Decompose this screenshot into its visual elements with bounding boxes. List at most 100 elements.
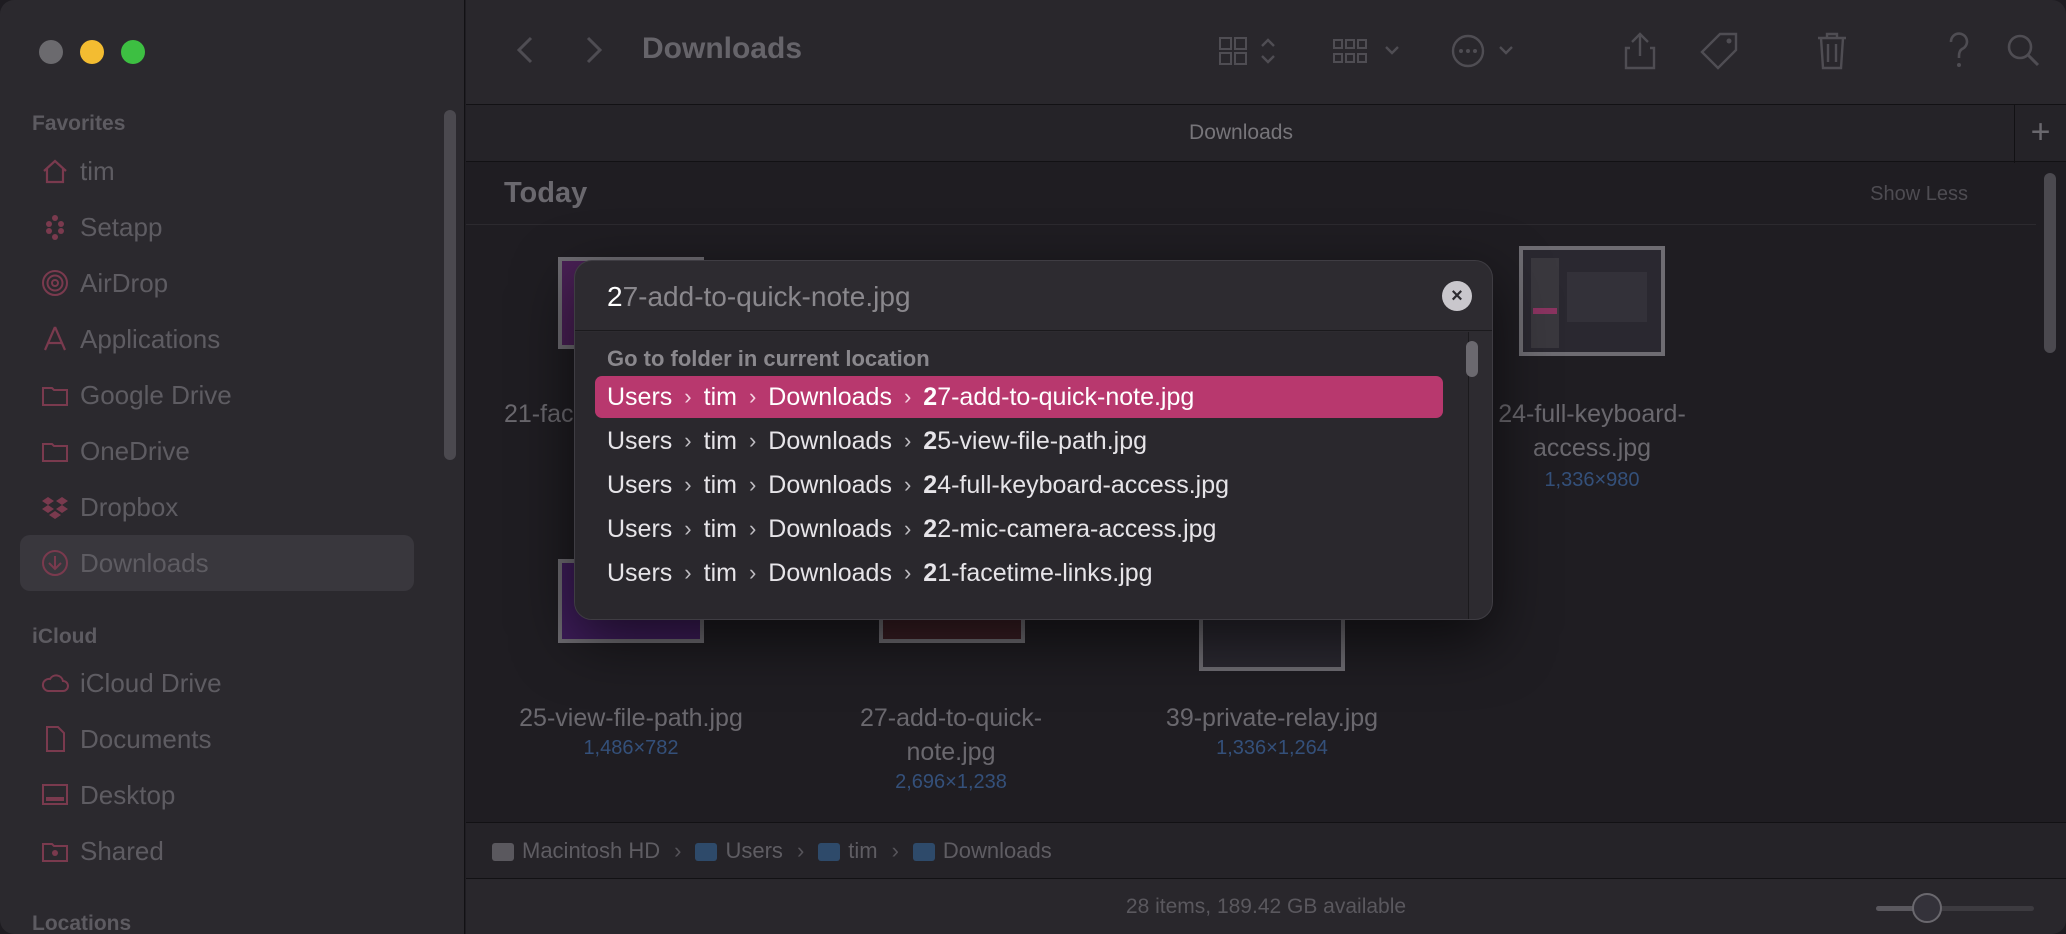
path-segment: Users xyxy=(607,382,673,411)
suggestion-row[interactable]: Users › tim › Downloads › 24-full-keyboard-acc… xyxy=(595,464,1443,506)
tab-downloads[interactable]: Downloads xyxy=(466,121,2016,145)
path-separator: › xyxy=(748,472,757,497)
traffic-lights xyxy=(39,40,145,64)
path-separator: › xyxy=(903,428,912,453)
sidebar-item-documents[interactable]: Documents xyxy=(20,711,414,767)
document-icon xyxy=(20,724,80,754)
sidebar-item-icloud-drive[interactable]: iCloud Drive xyxy=(20,655,414,711)
zoom-window-button[interactable] xyxy=(121,40,145,64)
suggestion-row[interactable]: Users › tim › Downloads › 21-facetime-links.jp… xyxy=(595,552,1443,594)
suggestion-row[interactable]: Users › tim › Downloads › 27-add-to-quick-note… xyxy=(595,376,1443,418)
sidebar-item-label: Setapp xyxy=(80,211,163,242)
window-title: Downloads xyxy=(642,32,803,65)
suggestion-file-name: 24-full-keyboard-access.jpg xyxy=(923,471,1229,500)
shared-folder-icon xyxy=(20,836,80,866)
sidebar-item-label: AirDrop xyxy=(80,267,169,298)
file-name-line2: access.jpg xyxy=(1532,434,1652,462)
path-separator: › xyxy=(796,837,805,863)
matched-chars: 2 xyxy=(923,382,938,411)
path-item-tim[interactable]: tim xyxy=(818,838,878,864)
path-segment: Users xyxy=(607,470,673,499)
icon-view-icon[interactable] xyxy=(1218,30,1284,70)
path-segment: Downloads xyxy=(768,558,892,587)
suggestion-row[interactable]: Users › tim › Downloads › 22-mic-camera-access… xyxy=(595,508,1443,550)
path-item-macintosh-hd[interactable]: Macintosh HD xyxy=(492,838,660,864)
setapp-icon xyxy=(20,212,80,242)
sidebar-item-onedrive[interactable]: OneDrive xyxy=(20,423,414,479)
thumbnail-content xyxy=(1567,272,1647,322)
path-segment: Downloads xyxy=(768,382,892,411)
sidebar-item-google-drive[interactable]: Google Drive xyxy=(20,367,414,423)
share-icon[interactable] xyxy=(1622,30,1658,72)
tag-icon[interactable] xyxy=(1698,30,1742,72)
minimize-window-button[interactable] xyxy=(80,40,104,64)
sidebar-item-downloads[interactable]: Downloads xyxy=(20,535,414,591)
path-separator: › xyxy=(748,384,757,409)
section-header: Today Show Less xyxy=(466,163,2036,225)
suggestion-list-header: Go to folder in current location xyxy=(607,346,930,371)
show-less-button[interactable]: Show Less xyxy=(1870,183,1968,206)
suggestion-row[interactable]: Users › tim › Downloads › 25-view-file-path.jp… xyxy=(595,420,1443,462)
path-separator: › xyxy=(748,516,757,541)
folder-icon xyxy=(912,842,935,861)
path-segment: tim xyxy=(703,382,737,411)
file-dimensions: 1,336×980 xyxy=(1544,469,1640,491)
file-name-line1: 24-full-keyboard- xyxy=(1498,400,1686,428)
sidebar-scrollbar[interactable] xyxy=(444,110,456,460)
sidebar-item-shared[interactable]: Shared xyxy=(20,823,414,879)
path-segment: tim xyxy=(703,514,737,543)
file-name[interactable]: 27-add-to-quick- note.jpg xyxy=(821,701,1081,769)
zoom-slider-knob[interactable] xyxy=(1912,893,1942,923)
sidebar-item-desktop[interactable]: Desktop xyxy=(20,767,414,823)
more-actions-icon[interactable] xyxy=(1450,30,1524,70)
sidebar-section-favorites: Favorites xyxy=(32,112,126,135)
content-scrollbar[interactable] xyxy=(2044,173,2056,353)
path-item-users[interactable]: Users xyxy=(695,838,783,864)
tab-bar: Downloads + xyxy=(466,104,2066,163)
path-separator: › xyxy=(903,560,912,585)
path-segment: Users xyxy=(607,558,673,587)
thumbnail-highlight xyxy=(1533,308,1557,314)
close-window-button[interactable] xyxy=(39,40,63,64)
sidebar: Favorites tim Setapp AirDrop Application… xyxy=(0,0,465,934)
back-icon[interactable] xyxy=(511,30,541,70)
sidebar-item-label: Downloads xyxy=(80,547,209,578)
group-by-icon[interactable] xyxy=(1332,30,1406,70)
suggestion-list: Go to folder in current location Users › t… xyxy=(575,332,1468,619)
sidebar-item-label: Applications xyxy=(80,323,221,354)
remaining-chars: 1-facetime-links.jpg xyxy=(937,558,1153,587)
autocomplete-suggestion: 7-add-to-quick-note.jpg xyxy=(622,281,911,312)
go-to-folder-input[interactable]: 27-add-to-quick-note.jpg × xyxy=(575,261,1492,331)
forward-icon[interactable] xyxy=(578,30,608,70)
suggestion-list-scrollbar[interactable] xyxy=(1466,341,1478,377)
sidebar-item-tim[interactable]: tim xyxy=(20,143,414,199)
sidebar-item-dropbox[interactable]: Dropbox xyxy=(20,479,414,535)
remaining-chars: 2-mic-camera-access.jpg xyxy=(937,514,1217,543)
help-icon[interactable] xyxy=(1944,30,1974,72)
path-segment: tim xyxy=(703,558,737,587)
file-name[interactable]: 25-view-file-path.jpg xyxy=(501,701,761,735)
zoom-slider[interactable] xyxy=(1876,906,2034,911)
file-name[interactable]: 24-full-keyboard- access.jpg xyxy=(1462,397,1722,465)
file-name[interactable]: 39-private-relay.jpg xyxy=(1142,701,1402,735)
sidebar-item-setapp[interactable]: Setapp xyxy=(20,199,414,255)
file-thumbnail[interactable] xyxy=(1519,246,1665,356)
file-dimensions: 1,336×1,264 xyxy=(1216,737,1328,759)
remaining-chars: 4-full-keyboard-access.jpg xyxy=(937,470,1229,499)
matched-chars: 2 xyxy=(923,426,938,455)
hard-drive-icon xyxy=(492,842,514,861)
sidebar-item-label: Dropbox xyxy=(80,491,179,522)
section-title: Today xyxy=(504,177,588,209)
search-icon[interactable] xyxy=(2004,30,2044,72)
folder-icon xyxy=(20,380,80,410)
folder-icon xyxy=(818,842,841,861)
sidebar-item-applications[interactable]: Applications xyxy=(20,311,414,367)
new-tab-button[interactable]: + xyxy=(2014,105,2066,163)
clear-input-button[interactable]: × xyxy=(1442,281,1472,311)
path-item-downloads[interactable]: Downloads xyxy=(912,838,1052,864)
sidebar-item-airdrop[interactable]: AirDrop xyxy=(20,255,414,311)
path-separator: › xyxy=(903,384,912,409)
trash-icon[interactable] xyxy=(1814,30,1850,72)
sidebar-item-label: tim xyxy=(80,155,115,186)
path-segment: Downloads xyxy=(768,426,892,455)
